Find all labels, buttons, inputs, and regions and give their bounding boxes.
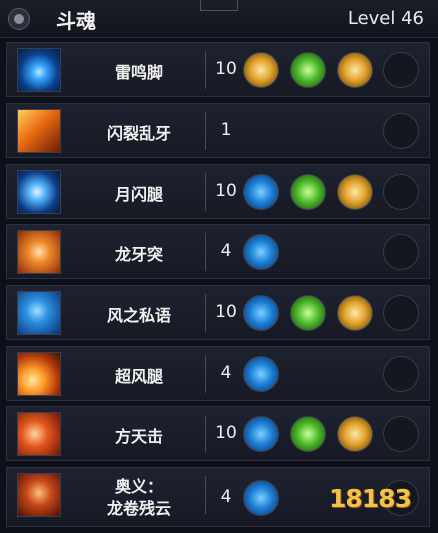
skill-name: 方天击 (114, 427, 163, 446)
skill-point-count: 4 (220, 363, 232, 383)
header-bar: 斗魂 Level 46 (0, 0, 438, 38)
skill-name: 风之私语 (106, 306, 171, 325)
green-target-rune-icon[interactable] (290, 416, 326, 452)
skill-row[interactable]: 超风腿 4 (6, 346, 430, 401)
level-label: Level 46 (347, 8, 424, 29)
moon-flash-icon[interactable] (17, 170, 61, 214)
skill-name-line: 奥义： (114, 477, 163, 496)
gold-cross-rune-icon[interactable] (337, 416, 373, 452)
flash-fang-icon[interactable] (17, 109, 61, 153)
skill-name: 龙牙突 (114, 245, 163, 264)
gold-wind-rune-icon[interactable] (337, 295, 373, 331)
skill-row[interactable]: 月闪腿 10 (6, 164, 430, 219)
blue-lightning-rune-icon[interactable] (243, 480, 279, 516)
blue-pierce-rune-icon[interactable] (243, 234, 279, 270)
row-divider (205, 415, 206, 453)
super-wind-icon[interactable] (17, 352, 61, 396)
row-divider (205, 476, 206, 514)
green-slash-rune-icon[interactable] (290, 52, 326, 88)
row-divider (205, 173, 206, 211)
empty-rune-slot-icon[interactable] (383, 52, 419, 88)
empty-rune-slot-icon[interactable] (383, 113, 419, 149)
skill-row[interactable]: 方天击 10 (6, 406, 430, 461)
header-notch (200, 0, 238, 11)
skill-point-count: 10 (215, 181, 237, 201)
skill-row[interactable]: 风之私语 10 (6, 285, 430, 340)
skill-name: 闪裂乱牙 (106, 124, 171, 143)
empty-rune-slot-icon[interactable] (383, 416, 419, 452)
empty-rune-slot-icon[interactable] (383, 234, 419, 270)
skill-name: 超风腿 (114, 367, 163, 386)
skill-name: 奥义： 龙卷残云 (71, 476, 207, 520)
circle-menu-icon[interactable] (8, 8, 30, 30)
blue-boot-rune-icon[interactable] (243, 295, 279, 331)
sprint-rune-icon[interactable] (243, 52, 279, 88)
blue-lightning-rune-icon[interactable] (243, 356, 279, 392)
blue-skull-rune-icon[interactable] (243, 416, 279, 452)
row-divider (205, 112, 206, 150)
skill-point-count: 4 (220, 487, 232, 507)
skill-row[interactable]: 闪裂乱牙 1 (6, 103, 430, 158)
skill-name: 月闪腿 (114, 185, 163, 204)
empty-rune-slot-icon[interactable] (383, 295, 419, 331)
gold-arrow-rune-icon[interactable] (337, 52, 373, 88)
row-divider (205, 233, 206, 271)
wind-whisper-icon[interactable] (17, 291, 61, 335)
skill-point-count: 4 (220, 241, 232, 261)
skill-point-count: 10 (215, 423, 237, 443)
page-title: 斗魂 (56, 9, 96, 33)
heaven-strike-icon[interactable] (17, 412, 61, 456)
lightning-kick-icon[interactable] (17, 48, 61, 92)
skill-name-line: 龙卷残云 (106, 499, 171, 518)
skill-row[interactable]: 雷鸣脚 10 (6, 42, 430, 97)
skill-point-count: 10 (215, 59, 237, 79)
skill-point-count: 1 (220, 120, 232, 140)
tornado-cloud-icon[interactable] (17, 473, 61, 517)
skill-row[interactable]: 龙牙突 4 (6, 224, 430, 279)
row-divider (205, 355, 206, 393)
watermark-logo: 18183 (329, 484, 412, 513)
blue-flame-rune-icon[interactable] (243, 174, 279, 210)
empty-rune-slot-icon[interactable] (383, 174, 419, 210)
green-target-rune-icon[interactable] (290, 174, 326, 210)
row-divider (205, 294, 206, 332)
skill-name: 雷鸣脚 (114, 63, 163, 82)
empty-rune-slot-icon[interactable] (383, 356, 419, 392)
skill-point-count: 10 (215, 302, 237, 322)
green-hourglass-rune-icon[interactable] (290, 295, 326, 331)
gold-cross-rune-icon[interactable] (337, 174, 373, 210)
dragon-fang-icon[interactable] (17, 230, 61, 274)
row-divider (205, 51, 206, 89)
